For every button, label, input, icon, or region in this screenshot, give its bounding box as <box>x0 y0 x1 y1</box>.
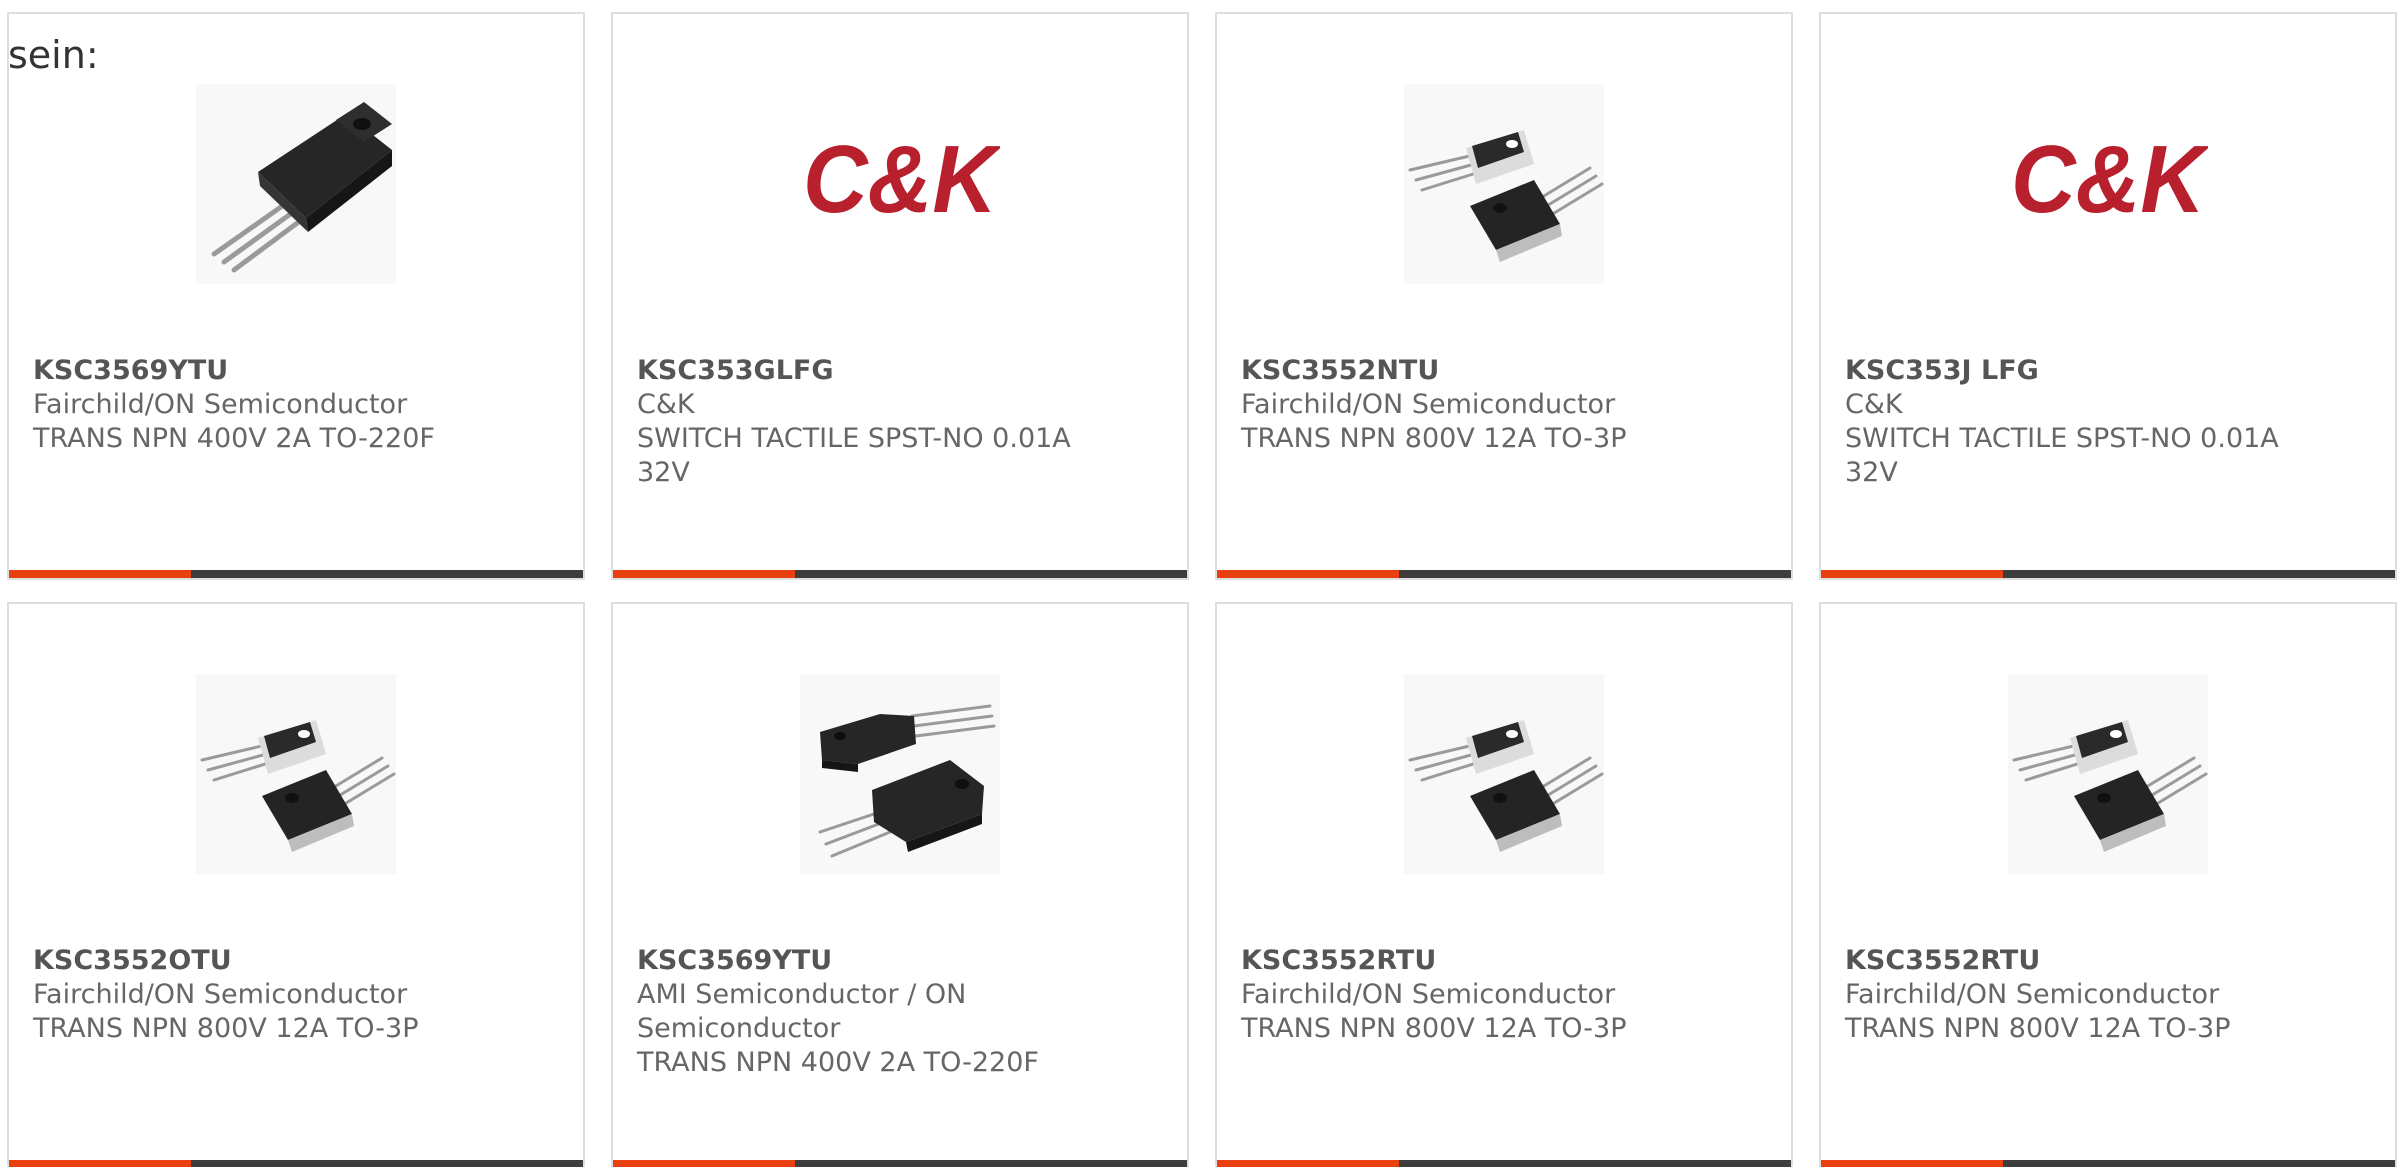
product-description: TRANS NPN 800V 12A TO-3P <box>1241 423 1627 454</box>
product-image[interactable] <box>800 674 1000 874</box>
manufacturer: Fairchild/ON Semiconductor <box>1241 389 1616 420</box>
ck-logo: C&K <box>2011 126 2208 233</box>
card-accent-bar <box>613 1160 795 1167</box>
product-card[interactable]: C&K KSC353J LFG C&K SWITCH TACTILE SPST-… <box>1819 12 2397 580</box>
product-info: KSC3569YTU AMI Semiconductor / ON Semico… <box>637 944 1167 1080</box>
product-card[interactable]: KSC3552NTU Fairchild/ON Semiconductor TR… <box>1215 12 1793 580</box>
product-description: TRANS NPN 400V 2A TO-220F <box>637 1047 1039 1078</box>
to3p-transistor-icon <box>2012 720 2208 852</box>
manufacturer: C&K <box>1845 389 1903 420</box>
card-bottom-bar <box>1821 570 2395 578</box>
card-bottom-bar <box>1821 1160 2395 1167</box>
card-bottom-bar <box>1217 1160 1791 1167</box>
part-number[interactable]: KSC353J LFG <box>1845 354 2375 388</box>
product-info: KSC3552RTU Fairchild/ON Semiconductor TR… <box>1241 944 1771 1046</box>
to3p-transistor-icon <box>200 720 396 852</box>
card-bottom-bar <box>9 1160 583 1167</box>
product-image[interactable] <box>2008 674 2208 874</box>
product-grid: KSC3569YTU Fairchild/ON Semiconductor TR… <box>7 12 2400 1167</box>
product-image[interactable] <box>196 674 396 874</box>
part-number[interactable]: KSC3552OTU <box>33 944 563 978</box>
part-number[interactable]: KSC3552RTU <box>1845 944 2375 978</box>
card-accent-bar <box>613 570 795 578</box>
product-card[interactable]: KSC3552RTU Fairchild/ON Semiconductor TR… <box>1819 602 2397 1167</box>
part-number[interactable]: KSC3569YTU <box>33 354 563 388</box>
product-image[interactable] <box>1404 84 1604 284</box>
product-card[interactable]: C&K KSC353GLFG C&K SWITCH TACTILE SPST-N… <box>611 12 1189 580</box>
product-info: KSC353GLFG C&K SWITCH TACTILE SPST-NO 0.… <box>637 354 1167 490</box>
card-accent-bar <box>9 1160 191 1167</box>
card-bottom-bar <box>613 1160 1187 1167</box>
product-info: KSC3552RTU Fairchild/ON Semiconductor TR… <box>1845 944 2375 1046</box>
ck-logo: C&K <box>803 126 1000 233</box>
manufacturer: Fairchild/ON Semiconductor <box>33 389 408 420</box>
to220f-transistor-icon <box>211 102 392 273</box>
product-card[interactable]: KSC3569YTU AMI Semiconductor / ON Semico… <box>611 602 1189 1167</box>
to220f-pair-icon <box>818 704 996 858</box>
product-description: TRANS NPN 800V 12A TO-3P <box>33 1013 419 1044</box>
product-description: SWITCH TACTILE SPST-NO 0.01A 32V <box>637 423 1071 488</box>
manufacturer: AMI Semiconductor / ON Semiconductor <box>637 979 967 1044</box>
product-image[interactable]: C&K <box>800 84 1000 284</box>
product-info: KSC3552NTU Fairchild/ON Semiconductor TR… <box>1241 354 1771 456</box>
part-number[interactable]: KSC3552RTU <box>1241 944 1771 978</box>
product-description: TRANS NPN 400V 2A TO-220F <box>33 423 435 454</box>
card-accent-bar <box>1217 1160 1399 1167</box>
manufacturer: Fairchild/ON Semiconductor <box>1241 979 1616 1010</box>
product-card[interactable]: KSC3569YTU Fairchild/ON Semiconductor TR… <box>7 12 585 580</box>
card-bottom-bar <box>613 570 1187 578</box>
part-number[interactable]: KSC3552NTU <box>1241 354 1771 388</box>
product-description: SWITCH TACTILE SPST-NO 0.01A 32V <box>1845 423 2279 488</box>
part-number[interactable]: KSC353GLFG <box>637 354 1167 388</box>
product-image[interactable]: C&K <box>2008 84 2208 284</box>
to3p-transistor-icon <box>1408 720 1604 852</box>
card-bottom-bar <box>9 570 583 578</box>
manufacturer: C&K <box>637 389 695 420</box>
card-accent-bar <box>1821 570 2003 578</box>
product-card[interactable]: KSC3552OTU Fairchild/ON Semiconductor TR… <box>7 602 585 1167</box>
to3p-transistor-icon <box>1408 130 1604 262</box>
product-description: TRANS NPN 800V 12A TO-3P <box>1845 1013 2231 1044</box>
card-bottom-bar <box>1217 570 1791 578</box>
product-description: TRANS NPN 800V 12A TO-3P <box>1241 1013 1627 1044</box>
ck-logo-text: C&K <box>2011 126 2208 233</box>
card-accent-bar <box>1217 570 1399 578</box>
product-card[interactable]: KSC3552RTU Fairchild/ON Semiconductor TR… <box>1215 602 1793 1167</box>
product-info: KSC3569YTU Fairchild/ON Semiconductor TR… <box>33 354 563 456</box>
lead-text: sein: <box>8 33 99 77</box>
card-accent-bar <box>1821 1160 2003 1167</box>
manufacturer: Fairchild/ON Semiconductor <box>33 979 408 1010</box>
product-info: KSC3552OTU Fairchild/ON Semiconductor TR… <box>33 944 563 1046</box>
product-image[interactable] <box>1404 674 1604 874</box>
manufacturer: Fairchild/ON Semiconductor <box>1845 979 2220 1010</box>
ck-logo-text: C&K <box>803 126 1000 233</box>
product-info: KSC353J LFG C&K SWITCH TACTILE SPST-NO 0… <box>1845 354 2375 490</box>
part-number[interactable]: KSC3569YTU <box>637 944 1167 978</box>
card-accent-bar <box>9 570 191 578</box>
product-grid-page: sein: KSC3569YTU Fairchild/ON Semiconduc… <box>0 0 2400 1167</box>
product-image[interactable] <box>196 84 396 284</box>
